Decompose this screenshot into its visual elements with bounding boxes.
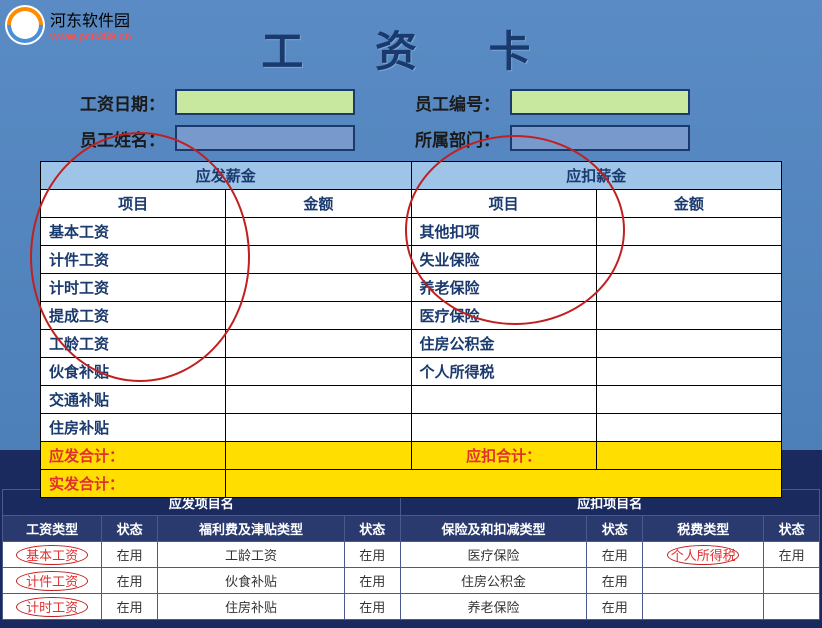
amount-cell[interactable]	[596, 302, 781, 330]
name-label: 员工姓名：	[80, 126, 165, 151]
amount-cell[interactable]	[596, 246, 781, 274]
amount-cell[interactable]	[226, 386, 411, 414]
cell	[764, 568, 820, 594]
cell: 在用	[764, 542, 820, 568]
col-insurance-type: 保险及和扣减类型	[400, 516, 587, 542]
logo-url: www.pc0359.cn	[50, 31, 132, 43]
salary-card-panel: 河东软件园 www.pc0359.cn 工 资 卡 工资日期： 员工编号： 员工…	[0, 0, 822, 450]
cell: 工龄工资	[157, 542, 344, 568]
cell: 在用	[344, 542, 400, 568]
pay-item: 提成工资	[41, 302, 226, 330]
amount-cell[interactable]	[596, 358, 781, 386]
logo-icon	[5, 5, 45, 45]
col-status: 状态	[344, 516, 400, 542]
col-welfare-type: 福利费及津贴类型	[157, 516, 344, 542]
cell: 住房补贴	[157, 594, 344, 620]
name-input[interactable]	[175, 125, 355, 151]
cell: 伙食补贴	[157, 568, 344, 594]
date-input[interactable]	[175, 89, 355, 115]
card-title: 工 资 卡	[40, 0, 782, 89]
table-row: 计时工资 在用 住房补贴 在用 养老保险 在用	[3, 594, 820, 620]
cell: 基本工资	[3, 542, 102, 568]
deduct-item: 医疗保险	[411, 302, 596, 330]
date-label: 工资日期：	[80, 90, 165, 115]
pay-total-label: 应发合计：	[41, 442, 226, 470]
cell: 在用	[587, 542, 643, 568]
logo-area: 河东软件园 www.pc0359.cn	[5, 5, 132, 45]
deduct-total-value	[596, 442, 781, 470]
deduct-item: 个人所得税	[411, 358, 596, 386]
pay-item: 计时工资	[41, 274, 226, 302]
col-wage-type: 工资类型	[3, 516, 102, 542]
col-amount: 金额	[596, 190, 781, 218]
amount-cell[interactable]	[226, 302, 411, 330]
cell: 在用	[102, 542, 158, 568]
cell: 在用	[344, 594, 400, 620]
cell	[643, 594, 764, 620]
cell: 计件工资	[3, 568, 102, 594]
cell: 在用	[344, 568, 400, 594]
logo-title: 河东软件园	[50, 7, 132, 31]
cell	[764, 594, 820, 620]
table-row: 计件工资 在用 伙食补贴 在用 住房公积金 在用	[3, 568, 820, 594]
pay-item: 计件工资	[41, 246, 226, 274]
pay-total-value	[226, 442, 411, 470]
dept-label: 所属部门：	[415, 126, 500, 151]
cell: 住房公积金	[400, 568, 587, 594]
empno-input[interactable]	[510, 89, 690, 115]
col-item: 项目	[411, 190, 596, 218]
amount-cell[interactable]	[226, 246, 411, 274]
cell: 在用	[102, 594, 158, 620]
col-amount: 金额	[226, 190, 411, 218]
table-row: 基本工资 在用 工龄工资 在用 医疗保险 在用 个人所得税 在用	[3, 542, 820, 568]
cell: 医疗保险	[400, 542, 587, 568]
item-table: 应发项目名 应扣项目名 工资类型 状态 福利费及津贴类型 状态 保险及和扣减类型…	[2, 489, 820, 620]
deduct-total-label: 应扣合计：	[411, 442, 596, 470]
salary-table: 应发薪金 应扣薪金 项目 金额 项目 金额 基本工资其他扣项 计件工资失业保险 …	[40, 161, 782, 498]
cell: 计时工资	[3, 594, 102, 620]
pay-item: 工龄工资	[41, 330, 226, 358]
amount-cell[interactable]	[596, 218, 781, 246]
cell: 养老保险	[400, 594, 587, 620]
col-item: 项目	[41, 190, 226, 218]
amount-cell[interactable]	[226, 358, 411, 386]
amount-cell[interactable]	[226, 414, 411, 442]
cell	[643, 568, 764, 594]
cell: 在用	[102, 568, 158, 594]
amount-cell[interactable]	[596, 274, 781, 302]
actual-total-value	[226, 470, 782, 498]
col-status: 状态	[102, 516, 158, 542]
deduct-item: 失业保险	[411, 246, 596, 274]
pay-header: 应发薪金	[41, 162, 412, 190]
amount-cell[interactable]	[226, 330, 411, 358]
col-status: 状态	[764, 516, 820, 542]
amount-cell[interactable]	[596, 330, 781, 358]
actual-total-label: 实发合计：	[41, 470, 226, 498]
deduct-header: 应扣薪金	[411, 162, 782, 190]
deduct-item: 养老保险	[411, 274, 596, 302]
col-tax-type: 税费类型	[643, 516, 764, 542]
amount-cell[interactable]	[226, 274, 411, 302]
cell: 在用	[587, 568, 643, 594]
amount-cell[interactable]	[226, 218, 411, 246]
empno-label: 员工编号：	[415, 90, 500, 115]
dept-input[interactable]	[510, 125, 690, 151]
cell: 在用	[587, 594, 643, 620]
pay-item: 伙食补贴	[41, 358, 226, 386]
deduct-item: 其他扣项	[411, 218, 596, 246]
pay-item: 住房补贴	[41, 414, 226, 442]
pay-item: 交通补贴	[41, 386, 226, 414]
cell: 个人所得税	[643, 542, 764, 568]
deduct-item: 住房公积金	[411, 330, 596, 358]
col-status: 状态	[587, 516, 643, 542]
pay-item: 基本工资	[41, 218, 226, 246]
